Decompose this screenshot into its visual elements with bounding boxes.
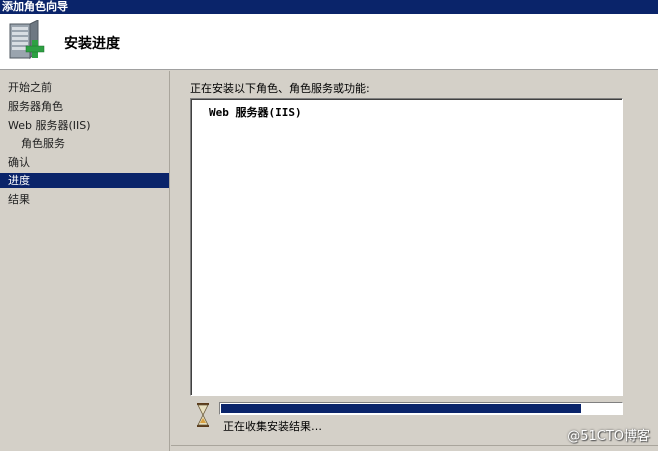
sidebar-item-web-server-iis[interactable]: Web 服务器(IIS) <box>0 118 169 133</box>
sidebar-item-label: 结果 <box>8 193 30 206</box>
wizard-header: 安装进度 <box>0 14 658 70</box>
sidebar-item-label: 进度 <box>8 174 30 187</box>
install-progress-bar <box>219 402 623 415</box>
wizard-steps-sidebar: 开始之前 服务器角色 Web 服务器(IIS) 角色服务 确认 进度 结果 <box>0 71 170 451</box>
progress-fill <box>221 404 581 413</box>
sidebar-item-label: 角色服务 <box>21 137 65 150</box>
sidebar-item-label: 开始之前 <box>8 81 52 94</box>
sidebar-item-label: 确认 <box>8 156 30 169</box>
sidebar-item-server-roles[interactable]: 服务器角色 <box>0 99 169 114</box>
window-titlebar: 添加角色向导 <box>0 0 658 14</box>
sidebar-item-label: 服务器角色 <box>8 100 63 113</box>
status-text: 正在收集安装结果… <box>223 420 322 433</box>
sidebar-item-progress[interactable]: 进度 <box>0 173 169 188</box>
page-title: 安装进度 <box>64 36 120 52</box>
server-add-icon <box>9 20 45 60</box>
installing-label: 正在安装以下角色、角色服务或功能: <box>190 82 370 95</box>
sidebar-item-label: Web 服务器(IIS) <box>8 119 91 132</box>
sidebar-item-results[interactable]: 结果 <box>0 192 169 207</box>
hourglass-icon <box>197 403 209 427</box>
main-content: 正在安装以下角色、角色服务或功能: Web 服务器(IIS) 正在收集安装结果… <box>171 71 658 451</box>
bottom-divider <box>171 445 658 446</box>
sidebar-item-role-services[interactable]: 角色服务 <box>0 136 169 151</box>
installing-list[interactable]: Web 服务器(IIS) <box>190 98 623 396</box>
window-title: 添加角色向导 <box>2 0 68 13</box>
watermark: @51CTO博客 <box>567 429 650 444</box>
sidebar-item-confirmation[interactable]: 确认 <box>0 155 169 170</box>
list-item: Web 服务器(IIS) <box>209 106 302 119</box>
sidebar-item-before-you-begin[interactable]: 开始之前 <box>0 80 169 95</box>
